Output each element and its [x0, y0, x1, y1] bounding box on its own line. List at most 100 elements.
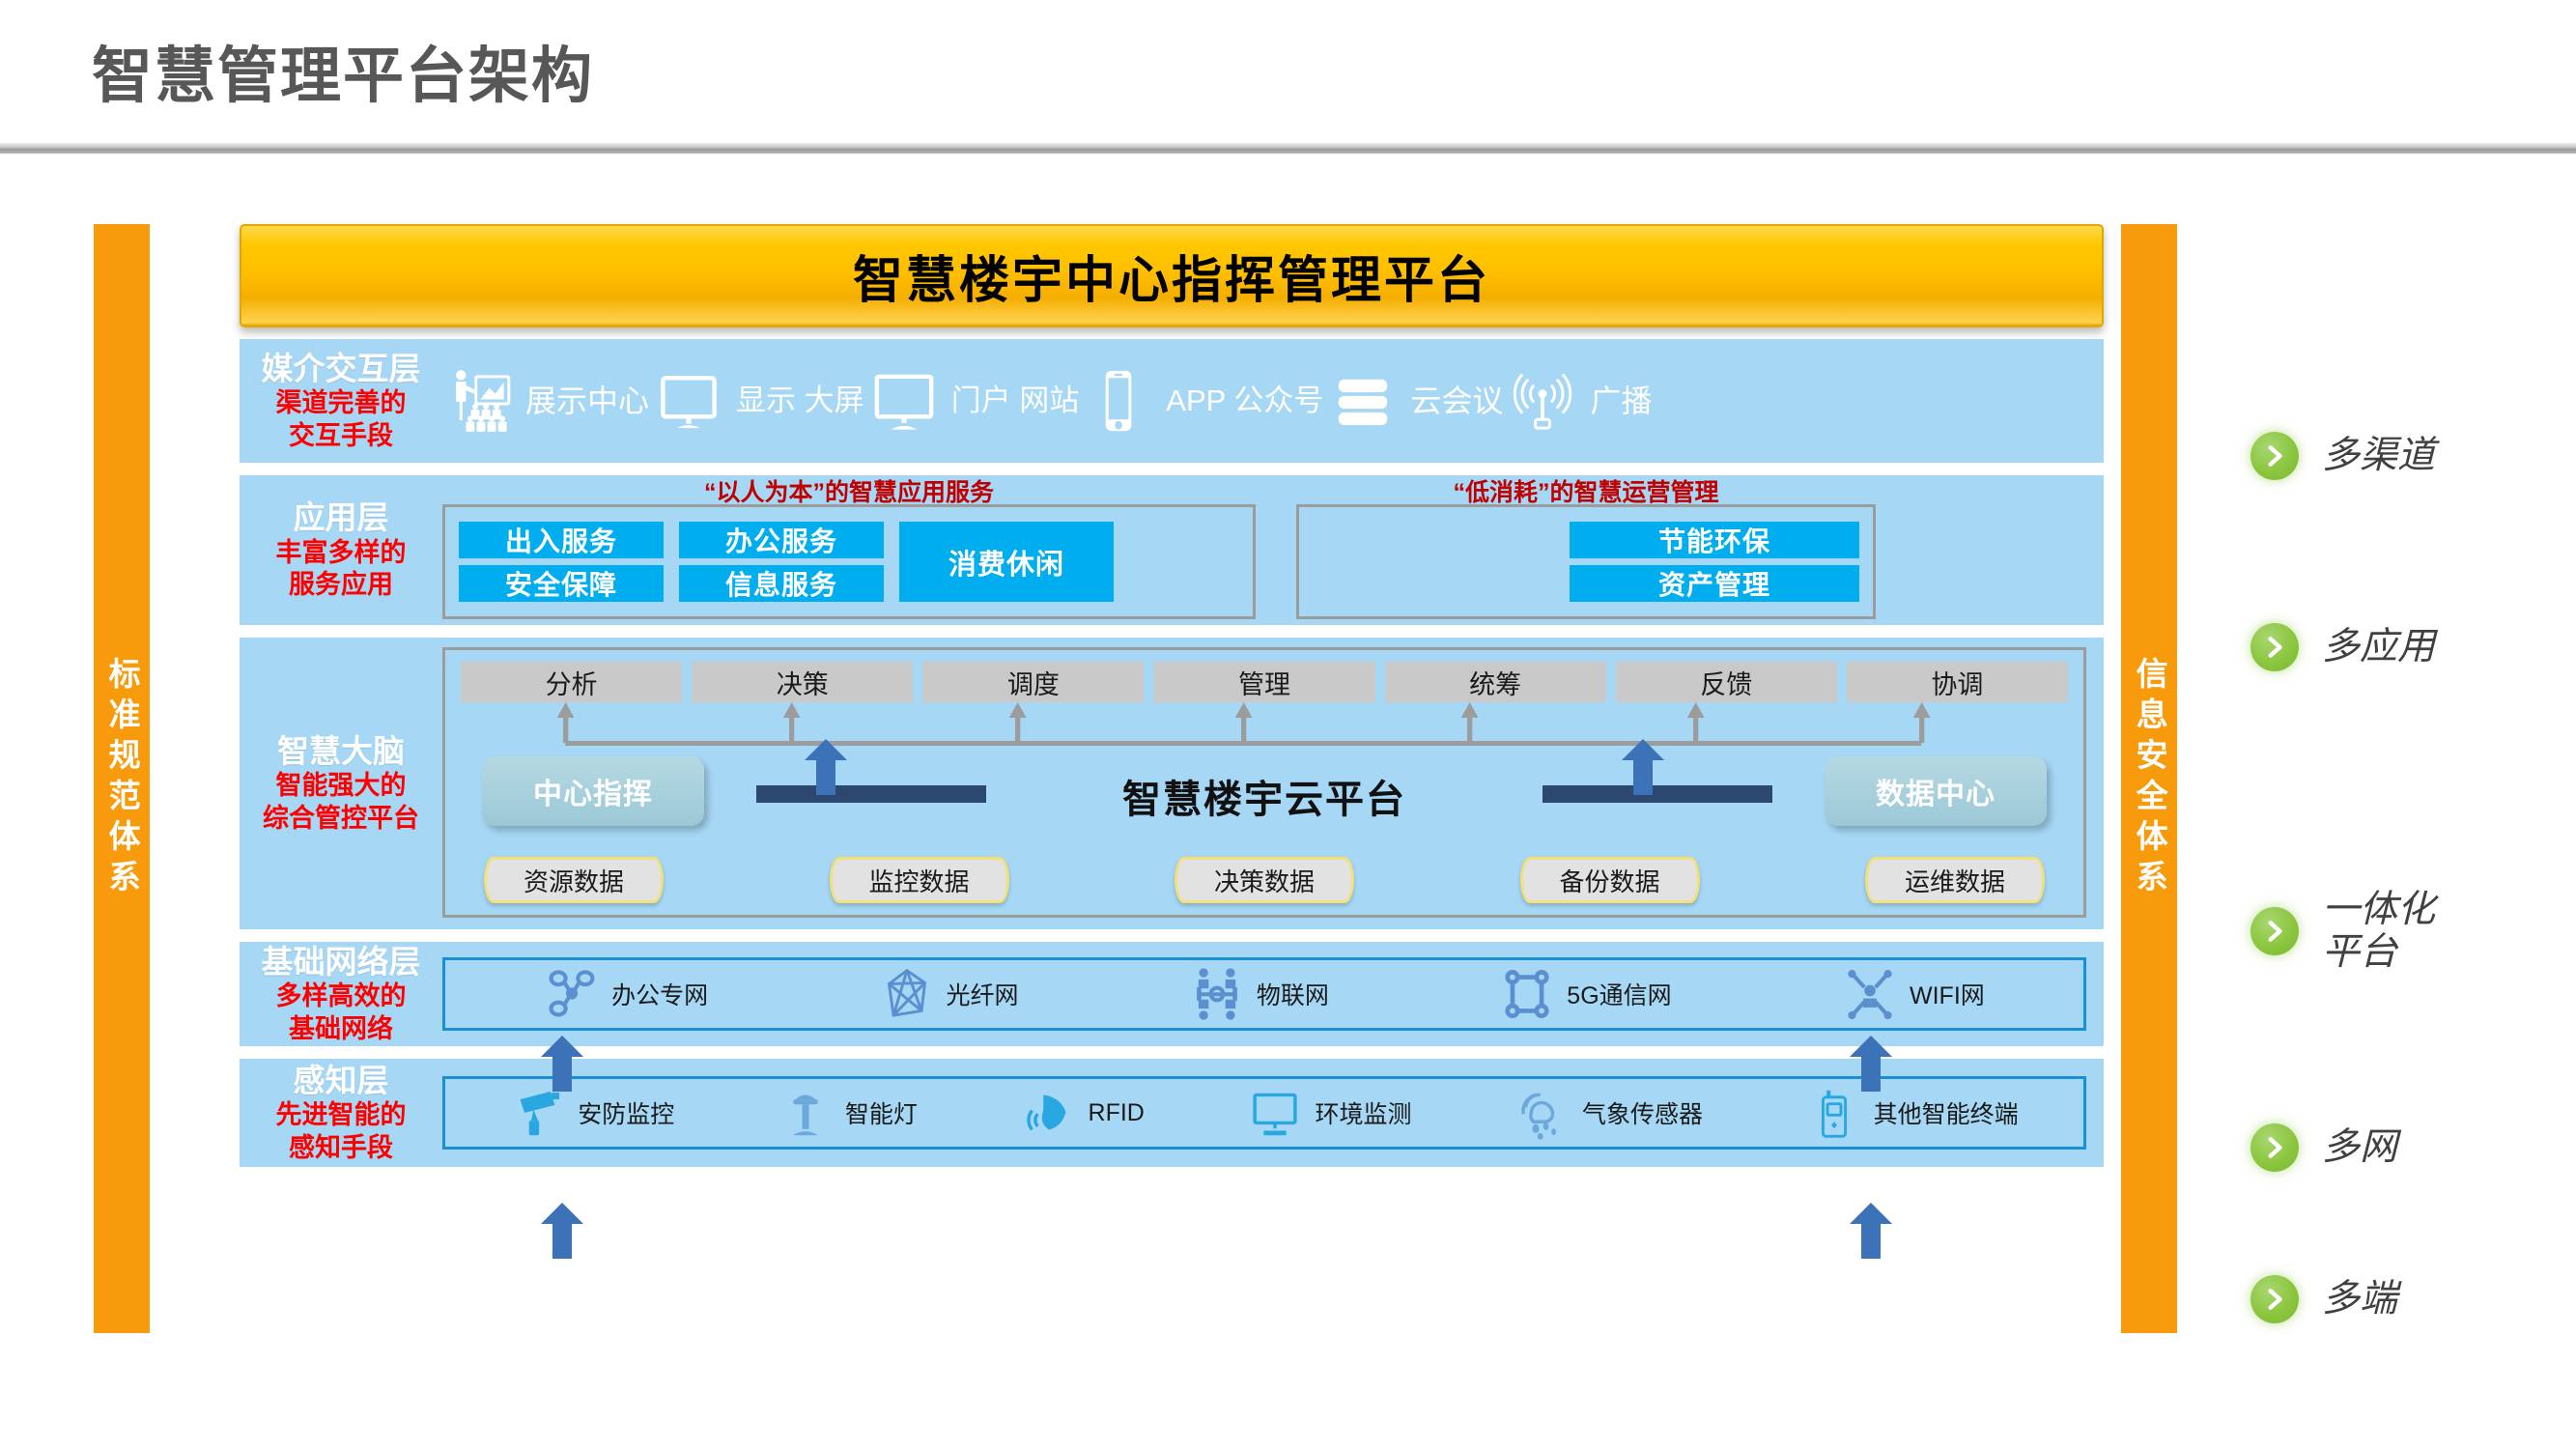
architecture-stack: 智慧楼宇中心指挥管理平台 媒介交互层 渠道完善的 交互手段 展示中心 显示 大屏… [240, 224, 2104, 1179]
network-item-label: 物联网 [1256, 982, 1329, 1009]
brain-tag-decision[interactable]: 决策 [692, 662, 914, 702]
chevron-right-icon [2250, 432, 2299, 480]
iot-people-icon [1189, 966, 1245, 1022]
layer-smart-brain-label: 智慧大脑 智能强大的 综合管控平台 [240, 732, 442, 836]
sensing-item-list: 安防监控 智能灯 RFID 环境监测 气象传感器 其他智能终端 [442, 1076, 2086, 1150]
brain-cloud-platform-name: 智慧楼宇云平台 [1122, 779, 1406, 821]
app-chip-security-assurance[interactable]: 安全保障 [459, 565, 664, 602]
network-item-label: 5G通信网 [1567, 982, 1672, 1009]
app-group-people-centric: “以人为本”的智慧应用服务 出入服务 安全保障 办公服务 信息服务 消费休闲 [442, 475, 1256, 619]
data-store-resource[interactable]: 资源数据 [484, 857, 664, 903]
media-item-bigscreen[interactable]: 显示 大屏 [653, 365, 864, 437]
layer-smart-brain-title: 智慧大脑 [277, 732, 405, 769]
sensing-item-rfid[interactable]: RFID [1021, 1085, 1145, 1141]
layer-network-title: 基础网络层 [261, 943, 421, 980]
5g-ring-icon [1499, 966, 1555, 1022]
app-column-3: 消费休闲 [899, 514, 1114, 610]
layer-smart-brain-sub2: 综合管控平台 [263, 803, 419, 833]
network-item-fiber[interactable]: 光纤网 [879, 966, 1019, 1022]
brain-content: 分析 决策 调度 管理 统筹 反馈 协调 中心指挥 智慧楼宇云平台 数据中心 资… [442, 638, 2104, 929]
media-item-label: APP 公众号 [1166, 384, 1324, 418]
callout-label: 多应用 [2322, 626, 2436, 668]
sensing-item-weather[interactable]: 气象传感器 [1514, 1085, 1703, 1141]
left-standards-bar: 标准规范体系 [94, 224, 150, 1333]
sensing-item-label: 气象传感器 [1582, 1101, 1704, 1128]
platform-banner: 智慧楼宇中心指挥管理平台 [240, 224, 2104, 327]
callout-multichannel: 多渠道 [2250, 432, 2435, 480]
brain-tag-management[interactable]: 管理 [1153, 662, 1375, 702]
layer-application-label: 应用层 丰富多样的 服务应用 [240, 498, 442, 602]
app-chip-office-service[interactable]: 办公服务 [679, 522, 884, 558]
brain-tag-feedback[interactable]: 反馈 [1615, 662, 1837, 702]
app-column-2: 办公服务 信息服务 [679, 514, 884, 610]
network-item-5g[interactable]: 5G通信网 [1499, 966, 1672, 1022]
media-item-exhibition[interactable]: 展示中心 [442, 365, 649, 437]
app-chip-info-service[interactable]: 信息服务 [679, 565, 884, 602]
layer-media-label: 媒介交互层 渠道完善的 交互手段 [240, 350, 442, 453]
media-item-app[interactable]: APP 公众号 [1083, 365, 1323, 437]
sensing-item-label: 智能灯 [844, 1101, 918, 1128]
sensing-item-label: RFID [1088, 1098, 1145, 1126]
page-title: 智慧管理平台架构 [92, 43, 594, 110]
app-group-low-consumption-title: “低消耗”的智慧运营管理 [1453, 479, 1719, 506]
handheld-terminal-icon [1806, 1085, 1862, 1141]
app-group-people-centric-title: “以人为本”的智慧应用服务 [703, 479, 994, 506]
media-item-list: 展示中心 显示 大屏 门户 网站 APP 公众号 云会议 广播 [442, 365, 2104, 437]
media-item-label: 广播 [1590, 383, 1653, 418]
app-chip-access-service[interactable]: 出入服务 [459, 522, 664, 558]
app-column-4: 节能环保 资产管理 [1570, 514, 1859, 610]
network-item-iot[interactable]: 物联网 [1189, 966, 1329, 1022]
media-item-label: 云会议 [1410, 383, 1504, 418]
network-item-label: 光纤网 [946, 982, 1019, 1009]
broadcast-icon [1507, 365, 1578, 437]
app-chip-asset-management[interactable]: 资产管理 [1570, 565, 1859, 602]
data-store-monitor[interactable]: 监控数据 [829, 857, 1009, 903]
network-nodes-icon [544, 966, 600, 1022]
layer-smart-brain-sub1: 智能强大的 [275, 771, 407, 801]
smart-lamp-icon [778, 1085, 834, 1141]
data-store-decision[interactable]: 决策数据 [1175, 857, 1354, 903]
data-store-backup[interactable]: 备份数据 [1519, 857, 1700, 903]
brain-tag-coordinate[interactable]: 协调 [1846, 662, 2068, 702]
media-item-label: 门户 网站 [950, 384, 1080, 418]
wifi-person-icon [1842, 966, 1898, 1022]
brain-middle-row: 中心指挥 智慧楼宇云平台 数据中心 [467, 754, 2062, 838]
layer-smart-brain: 智慧大脑 智能强大的 综合管控平台 分析 决策 调度 管理 统筹 反馈 协调 中… [240, 638, 2104, 929]
brain-capability-tags: 分析 决策 调度 管理 统筹 反馈 协调 [461, 662, 2068, 702]
app-group-low-consumption: “低消耗”的智慧运营管理 节能环保 资产管理 [1296, 475, 1876, 619]
chevron-right-icon [2250, 1123, 2299, 1172]
layer-sensing: 感知层 先进智能的 感知手段 安防监控 智能灯 RFID 环境监测 气象传感器 … [240, 1059, 2104, 1167]
media-item-portal[interactable]: 门户 网站 [868, 365, 1080, 437]
layer-sensing-sub1: 先进智能的 [275, 1100, 407, 1130]
layer-network-sub2: 基础网络 [289, 1013, 393, 1043]
app-column-1: 出入服务 安全保障 [459, 514, 664, 610]
layer-media-interaction: 媒介交互层 渠道完善的 交互手段 展示中心 显示 大屏 门户 网站 APP 公众… [240, 339, 2104, 463]
arrow-app-to-media-right [1622, 739, 1664, 795]
brain-tag-dispatch[interactable]: 调度 [922, 662, 1145, 702]
callout-label: 多渠道 [2322, 435, 2436, 477]
media-item-cloudmeeting[interactable]: 云会议 [1327, 365, 1503, 437]
sensing-item-smartlamp[interactable]: 智能灯 [778, 1085, 918, 1141]
fiber-mesh-icon [879, 966, 935, 1022]
brain-tag-coordination-overall[interactable]: 统筹 [1384, 662, 1606, 702]
layer-media-title: 媒介交互层 [261, 350, 421, 386]
slide-root: 智慧管理平台架构 标准规范体系 信息安全体系 智慧楼宇中心指挥管理平台 媒介交互… [0, 0, 2576, 1449]
sensing-item-environment[interactable]: 环境监测 [1247, 1085, 1411, 1141]
sensing-item-cctv[interactable]: 安防监控 [510, 1085, 674, 1141]
brain-tag-analysis[interactable]: 分析 [461, 662, 683, 702]
data-store-operation[interactable]: 运维数据 [1865, 857, 2045, 903]
media-item-broadcast[interactable]: 广播 [1507, 365, 1652, 437]
brain-pill-data-center[interactable]: 数据中心 [1825, 756, 2047, 826]
layer-media-sub1: 渠道完善的 [275, 388, 407, 418]
callout-label: 多端 [2322, 1278, 2398, 1321]
desktop-icon [868, 365, 940, 437]
app-chip-consumer-leisure[interactable]: 消费休闲 [899, 522, 1114, 602]
network-item-wifi[interactable]: WIFI网 [1842, 966, 1985, 1022]
network-item-office-lan[interactable]: 办公专网 [544, 966, 708, 1022]
sensing-item-label: 其他智能终端 [1873, 1101, 2019, 1128]
sensing-item-other-terminal[interactable]: 其他智能终端 [1806, 1085, 2019, 1141]
app-chip-energy-saving[interactable]: 节能环保 [1570, 522, 1859, 558]
chevron-right-icon [2250, 1275, 2299, 1323]
callout-label: 多网 [2322, 1126, 2398, 1169]
layer-network-sub1: 多样高效的 [275, 981, 407, 1011]
